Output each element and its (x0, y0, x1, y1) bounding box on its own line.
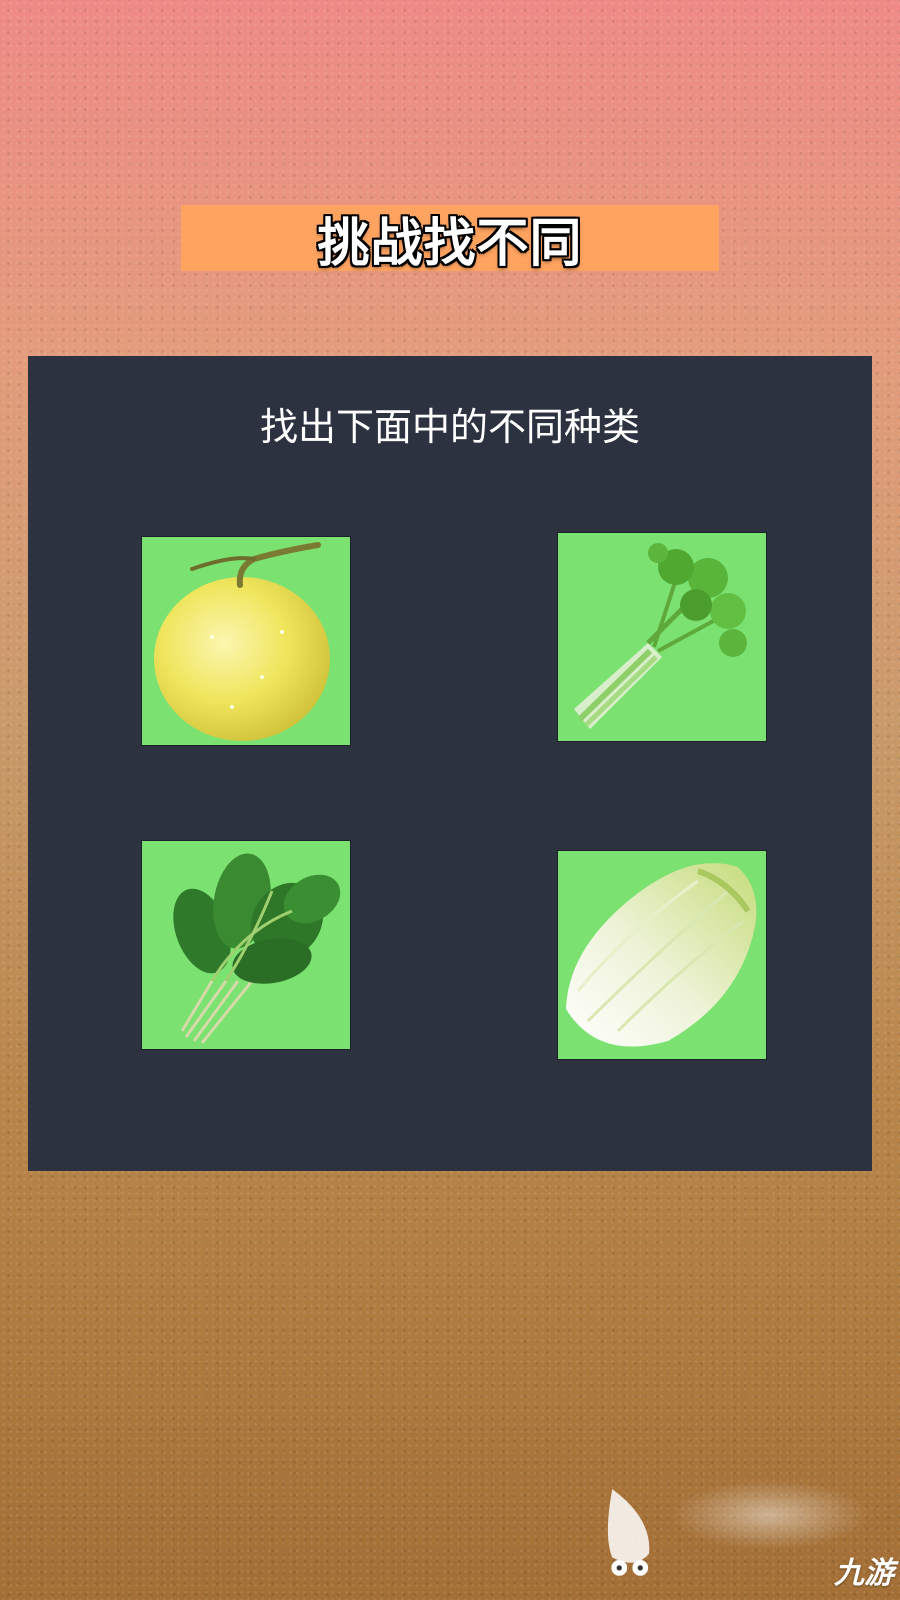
watermark-brand: 九游 (834, 1556, 894, 1591)
choice-card-melon[interactable] (141, 536, 351, 746)
title-banner: 挑战找不同 (181, 205, 719, 274)
mascot-leaf-icon (607, 1489, 650, 1576)
melon-icon (154, 542, 330, 741)
choice-card-cabbage[interactable] (557, 850, 767, 1060)
choice-card-spinach[interactable] (141, 840, 351, 1050)
question-panel: 找出下面中的不同种类 (28, 356, 872, 1171)
watermark: 九游 (600, 1440, 900, 1600)
game-title: 挑战找不同 (317, 213, 583, 274)
watermark-glow (670, 1480, 870, 1550)
choice-card-celery[interactable] (557, 532, 767, 742)
instruction-text: 找出下面中的不同种类 (259, 405, 640, 449)
cabbage-icon (566, 863, 757, 1047)
spinach-icon (173, 853, 341, 1044)
celery-icon (574, 543, 747, 729)
